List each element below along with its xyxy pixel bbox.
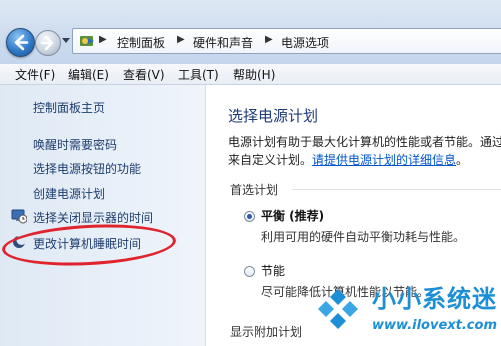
menu-view[interactable]: 查看(V) bbox=[123, 66, 165, 83]
breadcrumb-separator-icon[interactable]: ▶ bbox=[177, 34, 185, 45]
menu-file[interactable]: 文件(F) bbox=[15, 66, 55, 83]
breadcrumb-power-options[interactable]: 电源选项 bbox=[281, 34, 329, 51]
breadcrumb-control-panel[interactable]: 控制面板 bbox=[117, 34, 165, 51]
balanced-plan-name[interactable]: 平衡 (推荐) bbox=[261, 207, 324, 224]
breadcrumb-separator-icon[interactable]: ▶ bbox=[265, 34, 273, 45]
breadcrumb-hardware-sound[interactable]: 硬件和声音 bbox=[193, 34, 253, 51]
watermark-logo-icon bbox=[318, 289, 358, 329]
task-pane: 控制面板主页 唤醒时需要密码 选择电源按钮的功能 创建电源计划 选择关闭显示器的… bbox=[0, 85, 206, 346]
menu-bar: 文件(F) 编辑(E) 查看(V) 工具(T) 帮助(H) bbox=[0, 64, 501, 85]
control-panel-home-link[interactable]: 控制面板主页 bbox=[33, 99, 105, 116]
plan-details-link[interactable]: 请提供电源计划的详细信息 bbox=[312, 153, 456, 167]
sleep-moon-icon bbox=[13, 235, 27, 248]
watermark-title: 小小系统迷 bbox=[372, 285, 497, 313]
preferred-plans-label: 首选计划 bbox=[230, 183, 279, 197]
description-line-2: 来自定义计划。请提供电源计划的详细信息。 bbox=[228, 151, 468, 168]
address-bar-area: ▶ 控制面板 ▶ 硬件和声音 ▶ 电源选项 bbox=[0, 0, 501, 64]
description-line-1: 电源计划有助于最大化计算机的性能或者节能。通过 bbox=[228, 135, 501, 149]
back-button[interactable] bbox=[6, 28, 35, 57]
display-off-time-link[interactable]: 选择关闭显示器的时间 bbox=[33, 209, 153, 226]
page-title: 选择电源计划 bbox=[228, 107, 319, 125]
menu-tools[interactable]: 工具(T) bbox=[178, 66, 219, 83]
control-panel-icon bbox=[80, 36, 94, 46]
group-divider bbox=[292, 189, 501, 190]
forward-arrow-icon bbox=[40, 35, 54, 51]
description-prefix: 来自定义计划。 bbox=[228, 153, 313, 167]
balanced-plan-label: 平衡 (推荐) bbox=[261, 209, 325, 223]
sleep-time-link[interactable]: 更改计算机睡眠时间 bbox=[33, 235, 141, 252]
require-password-link[interactable]: 唤醒时需要密码 bbox=[33, 136, 117, 153]
recent-pages-dropdown-icon[interactable] bbox=[62, 38, 70, 44]
back-arrow-icon bbox=[14, 34, 29, 51]
menu-edit[interactable]: 编辑(E) bbox=[68, 66, 109, 83]
display-timer-icon bbox=[11, 209, 27, 224]
show-additional-plans[interactable]: 显示附加计划 bbox=[230, 323, 302, 340]
balanced-plan-description: 利用可用的硬件自动平衡功耗与性能。 bbox=[261, 230, 466, 244]
watermark-url: www.ilovext.com bbox=[372, 318, 497, 333]
power-button-link[interactable]: 选择电源按钮的功能 bbox=[33, 160, 141, 177]
balanced-plan-radio[interactable] bbox=[244, 211, 255, 222]
breadcrumb-separator-icon[interactable]: ▶ bbox=[99, 34, 107, 45]
description-suffix: 。 bbox=[456, 153, 469, 167]
breadcrumb[interactable]: ▶ 控制面板 ▶ 硬件和声音 ▶ 电源选项 bbox=[72, 28, 501, 54]
create-plan-link[interactable]: 创建电源计划 bbox=[33, 185, 105, 202]
power-saver-plan-name[interactable]: 节能 bbox=[261, 262, 285, 279]
menu-help[interactable]: 帮助(H) bbox=[233, 66, 275, 83]
power-saver-radio[interactable] bbox=[244, 266, 255, 277]
forward-button[interactable] bbox=[35, 30, 61, 56]
